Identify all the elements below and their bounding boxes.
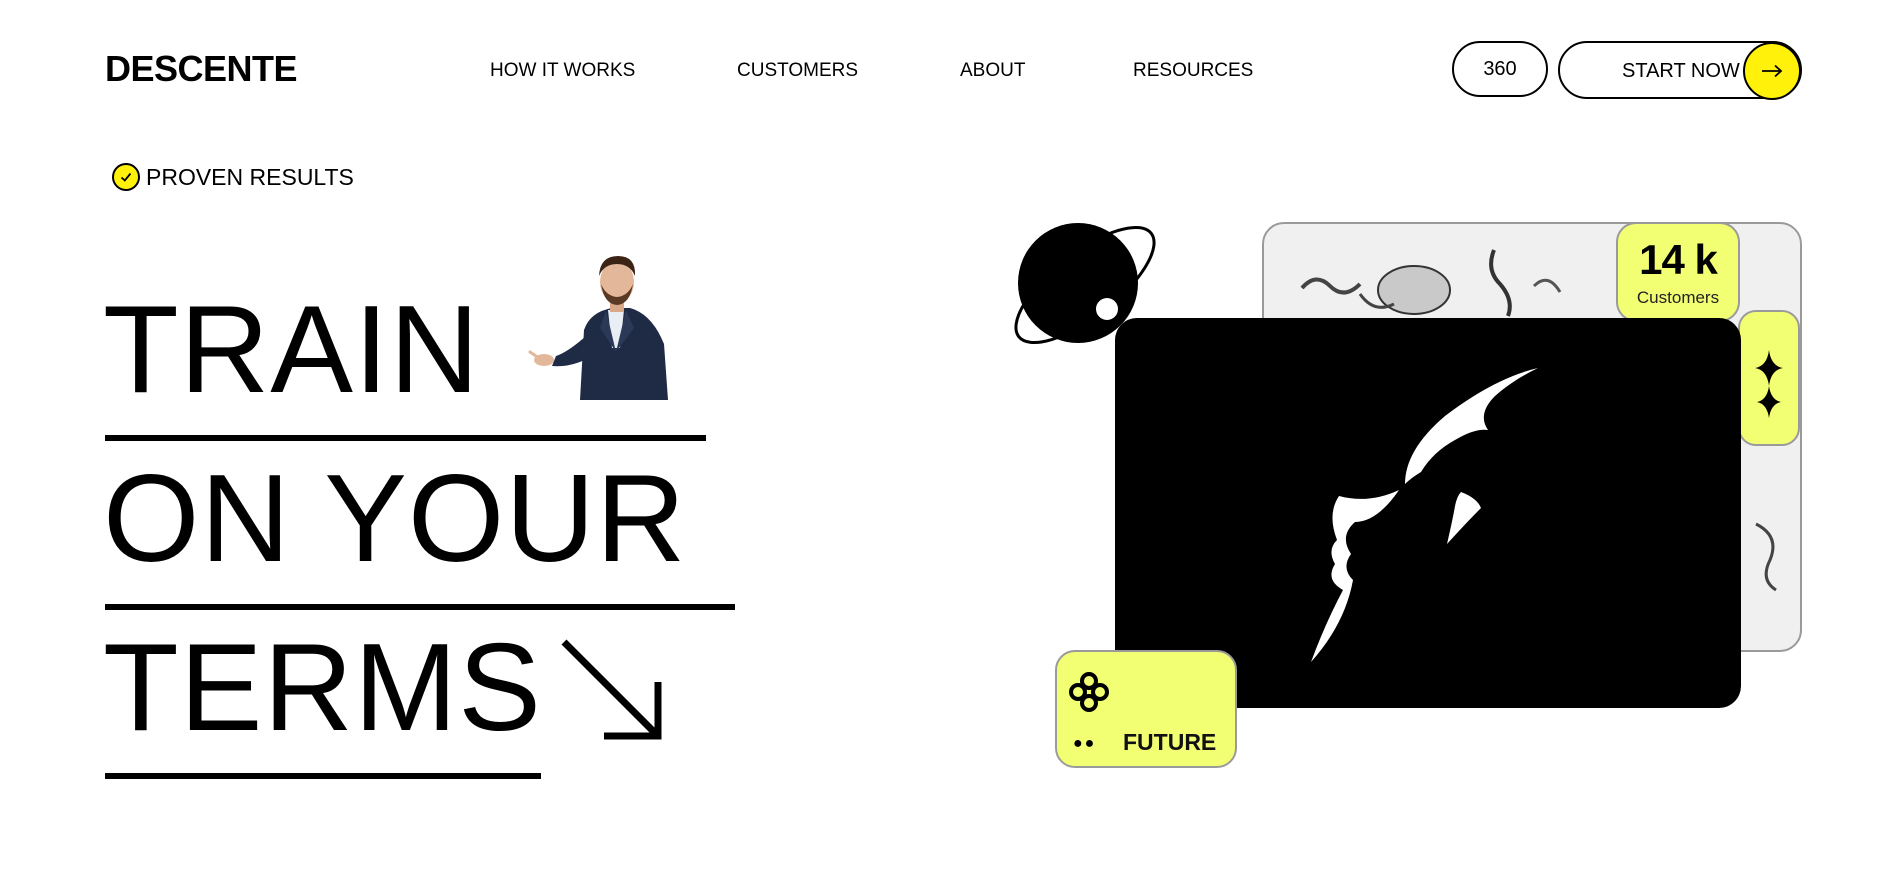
customers-count: 14 k xyxy=(1639,236,1718,283)
customers-label: Customers xyxy=(1636,288,1720,307)
presenter-image xyxy=(528,252,668,409)
headline-line-1: TRAIN xyxy=(103,281,480,419)
badge-label: PROVEN RESULTS xyxy=(146,163,354,190)
arrow-right-icon xyxy=(1743,42,1801,100)
start-now-label: START NOW xyxy=(1622,60,1740,82)
proven-results-badge: PROVEN RESULTS xyxy=(112,163,354,191)
headline-rule-2 xyxy=(105,604,735,610)
360-button-label: 360 xyxy=(1483,57,1517,80)
nav-link-how-it-works[interactable]: HOW IT WORKS xyxy=(490,60,635,82)
customers-stat-card: 14 k Customers xyxy=(1616,222,1740,322)
check-circle-icon xyxy=(112,163,140,191)
headline-line-3: TERMS xyxy=(103,619,542,757)
headline-rule-3 xyxy=(105,773,541,779)
headline-rule-1 xyxy=(105,435,706,441)
sparkle-card xyxy=(1738,310,1800,446)
future-tag-card: ●● FUTURE xyxy=(1055,650,1237,768)
future-label: FUTURE xyxy=(1123,729,1217,755)
sparkle-icon xyxy=(1755,350,1783,418)
headline-line-2: ON YOUR xyxy=(103,450,687,588)
nav-link-customers[interactable]: CUSTOMERS xyxy=(737,60,858,82)
brand-logo[interactable]: DESCENTE xyxy=(105,48,298,90)
360-button[interactable]: 360 xyxy=(1452,41,1548,97)
start-now-button[interactable]: START NOW xyxy=(1558,41,1802,100)
dots-icon: ●● xyxy=(1073,735,1097,752)
nav-link-resources[interactable]: RESOURCES xyxy=(1133,60,1253,82)
arrow-down-right-icon xyxy=(558,636,668,753)
flower-icon xyxy=(1069,672,1109,712)
nav-link-about[interactable]: ABOUT xyxy=(960,60,1025,82)
